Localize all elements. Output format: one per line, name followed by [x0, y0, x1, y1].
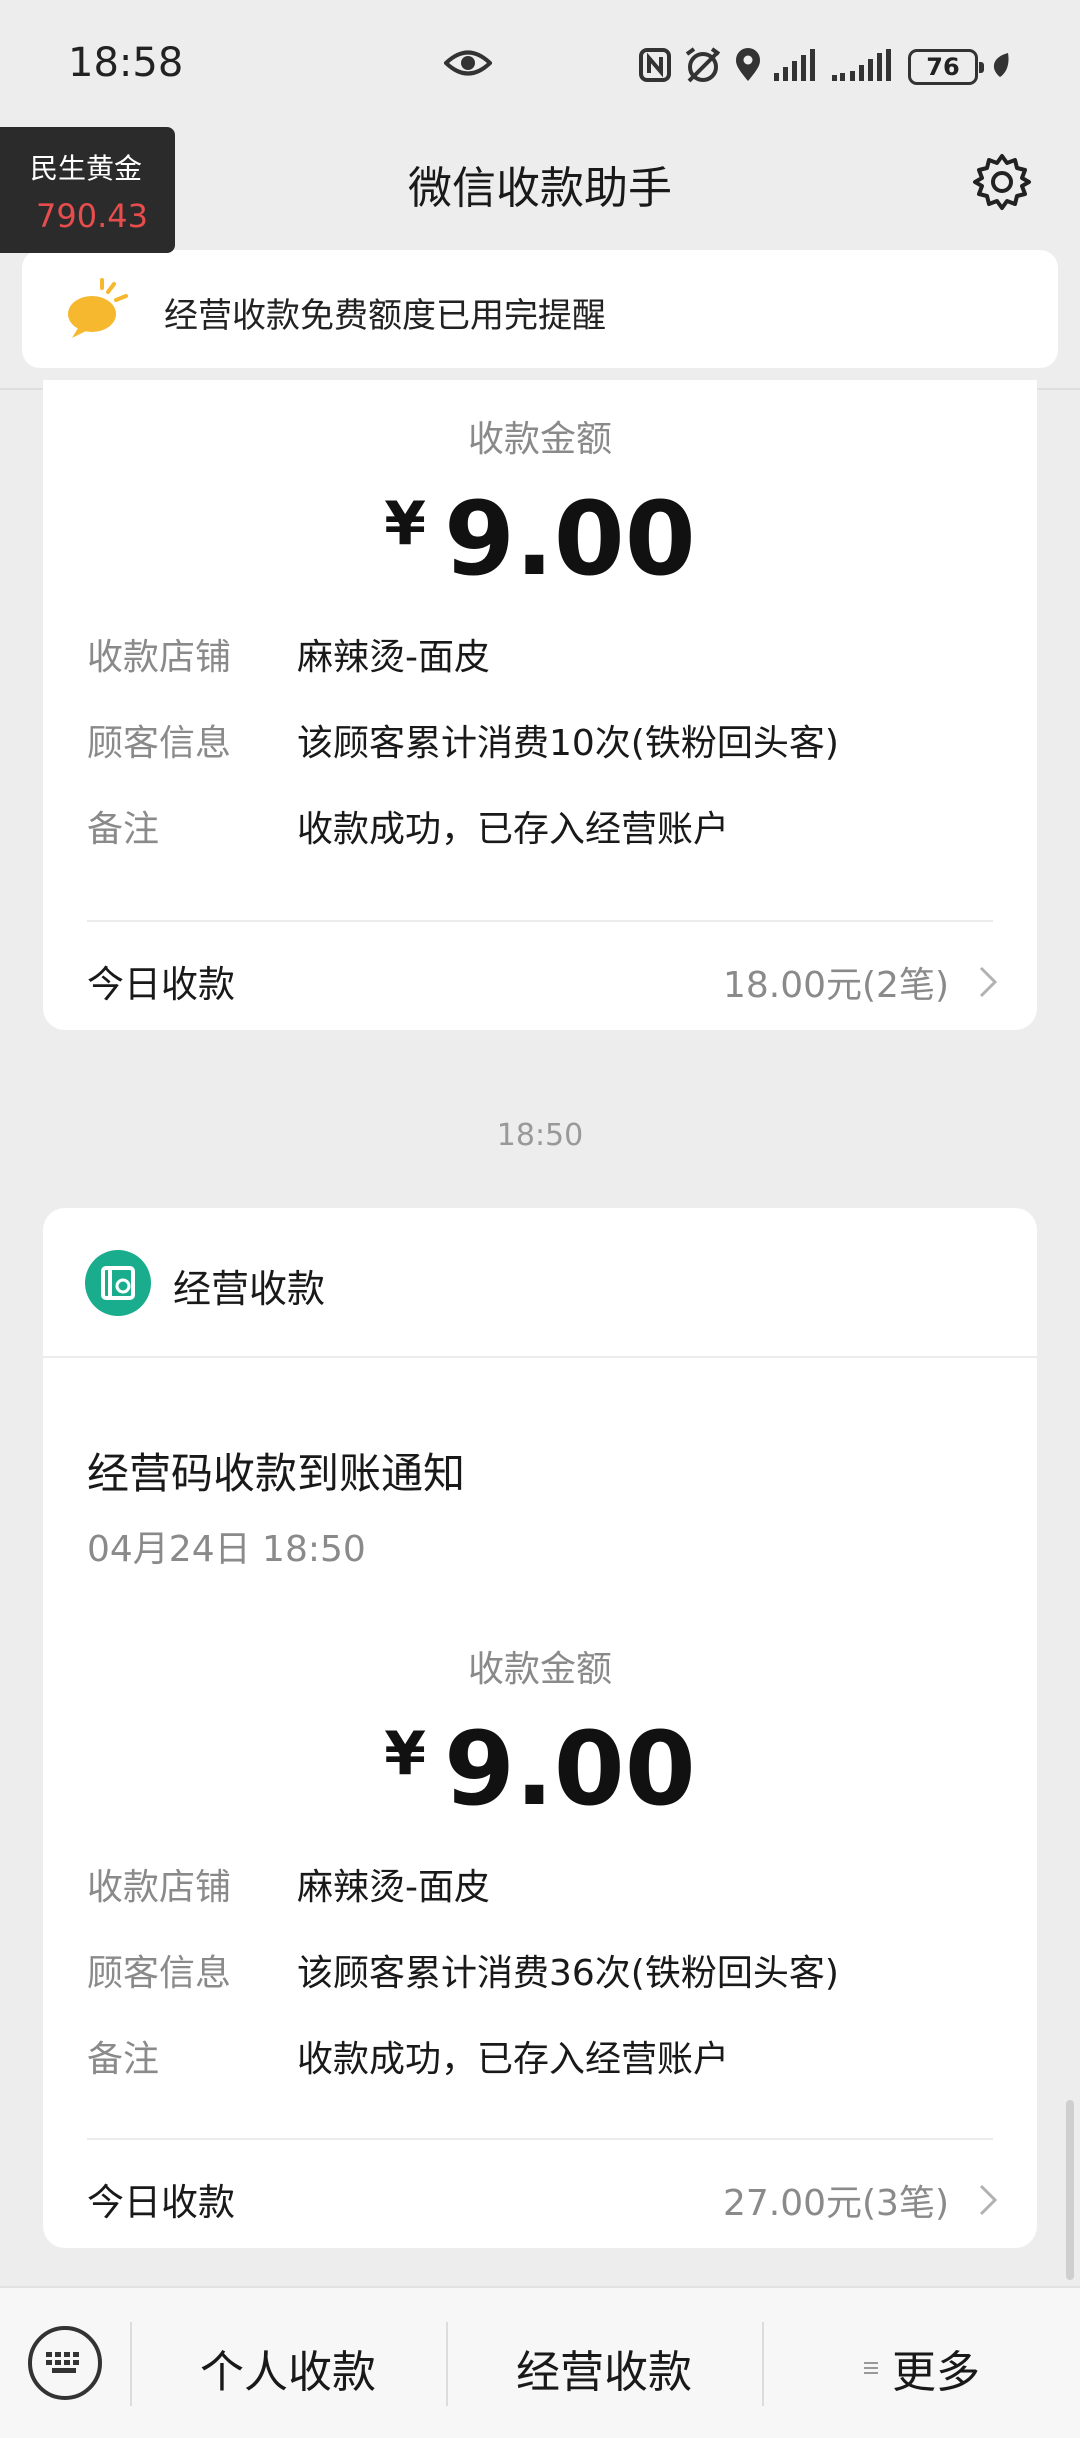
info-key: 顾客信息: [87, 723, 232, 764]
amount-label: 收款金额: [467, 419, 612, 460]
today-value: 27.00元(3笔): [722, 2183, 949, 2224]
submenu-icon: [862, 2360, 880, 2380]
info-key: 收款店铺: [87, 637, 232, 678]
info-key: 备注: [87, 2039, 160, 2080]
menu-more[interactable]: 更多: [892, 2336, 1022, 2400]
ticker-price: 790.43: [36, 197, 148, 235]
notice-text: 经营收款免费额度已用完提醒: [164, 296, 606, 336]
message-time: 18:50: [496, 1118, 584, 1153]
battery-indicator: 76: [908, 49, 984, 85]
info-value: 该顾客累计消费36次(铁粉回头客): [297, 1953, 839, 1994]
gold-price-ticker[interactable]: 民生黄金 790.43: [0, 127, 175, 253]
today-total-row[interactable]: 今日收款 27.00元(3笔): [43, 2140, 1037, 2248]
brand-name: 经营收款: [173, 1267, 326, 1311]
info-key: 收款店铺: [87, 1867, 232, 1908]
status-bar: 18:58 76: [0, 0, 1080, 130]
today-value: 18.00元(2笔): [722, 965, 949, 1006]
currency-symbol: ¥: [384, 489, 427, 559]
amount-number: 9.00: [444, 1710, 696, 1829]
menu-business-pay[interactable]: 经营收款: [446, 2336, 762, 2400]
keyboard-icon[interactable]: [28, 2326, 102, 2400]
notice-bulb-icon: [62, 278, 132, 344]
info-key: 顾客信息: [87, 1953, 232, 1994]
bottom-menu-bar: 个人收款 经营收款 更多: [0, 2286, 1080, 2438]
quota-notice[interactable]: 经营收款免费额度已用完提醒: [22, 250, 1058, 368]
status-time: 18:58: [68, 40, 184, 86]
status-icons: 76: [638, 46, 1010, 88]
eye-icon: [443, 48, 493, 82]
today-label: 今日收款: [87, 963, 235, 1006]
info-value: 收款成功，已存入经营账户: [297, 809, 730, 850]
info-value: 麻辣烫-面皮: [297, 637, 490, 678]
info-value: 麻辣烫-面皮: [297, 1867, 490, 1908]
today-label: 今日收款: [87, 2181, 235, 2224]
today-total-row[interactable]: 今日收款 18.00元(2笔): [43, 922, 1037, 1030]
amount-value: ¥9.00: [43, 480, 1037, 599]
amount-number: 9.00: [444, 480, 696, 599]
signal-icon: [774, 49, 820, 85]
nfc-icon: [638, 47, 672, 87]
payment-card: 经营收款 经营码收款到账通知 04月24日 18:50 收款金额 ¥9.00 收…: [43, 1208, 1037, 2248]
chevron-right-icon: [979, 2184, 998, 2220]
leaf-icon: [990, 51, 1010, 83]
amount-label: 收款金额: [467, 1649, 612, 1690]
message-date: 04月24日 18:50: [87, 1529, 366, 1570]
business-pay-icon: [85, 1250, 151, 1316]
amount-value: ¥9.00: [43, 1710, 1037, 1829]
info-value: 该顾客累计消费10次(铁粉回头客): [297, 723, 839, 764]
location-icon: [734, 47, 762, 87]
battery-level: 76: [926, 53, 960, 81]
payment-card: 收款金额 ¥9.00 收款店铺 麻辣烫-面皮 顾客信息 该顾客累计消费10次(铁…: [43, 380, 1037, 1030]
alarm-off-icon: [684, 46, 722, 88]
info-key: 备注: [87, 809, 160, 850]
bar-separator: [762, 2322, 764, 2406]
ticker-name: 民生黄金: [30, 152, 143, 185]
info-value: 收款成功，已存入经营账户: [297, 2039, 730, 2080]
message-title: 经营码收款到账通知: [87, 1449, 466, 1498]
menu-personal-pay[interactable]: 个人收款: [130, 2336, 446, 2400]
gear-icon[interactable]: [972, 152, 1032, 212]
chevron-right-icon: [979, 966, 998, 1002]
currency-symbol: ¥: [384, 1719, 427, 1789]
card-header[interactable]: 经营收款: [43, 1208, 1037, 1358]
signal-2-icon: [832, 49, 896, 85]
scrollbar[interactable]: [1066, 2100, 1074, 2280]
